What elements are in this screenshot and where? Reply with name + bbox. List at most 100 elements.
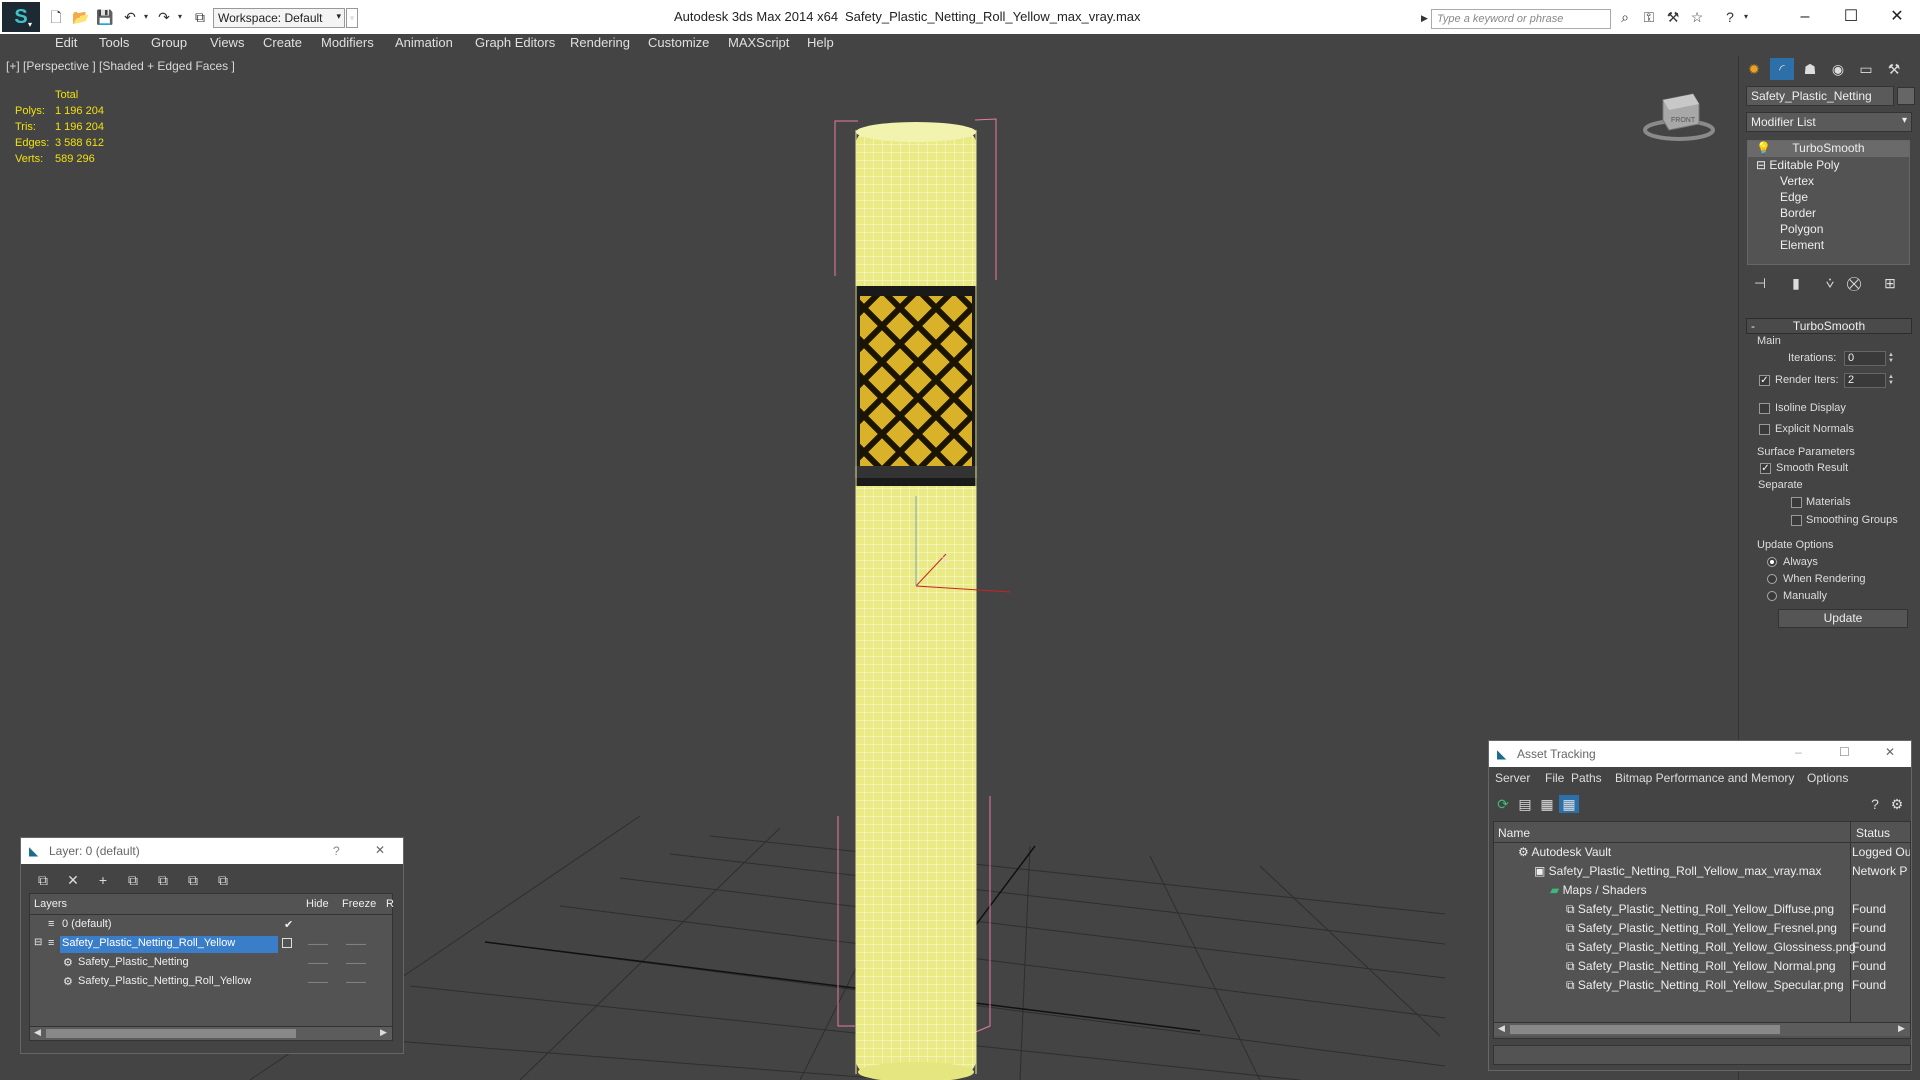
modifier-list-dropdown[interactable]: Modifier List ▾ bbox=[1746, 112, 1912, 132]
hide-toggle[interactable]: —— bbox=[308, 977, 328, 988]
manually-radio[interactable] bbox=[1767, 591, 1777, 601]
layer-row[interactable]: ⚙ Safety_Plastic_Netting —— —— bbox=[30, 955, 392, 974]
scroll-right-icon[interactable]: ▶ bbox=[1898, 1023, 1905, 1034]
stack-item-element[interactable]: Element bbox=[1780, 238, 1824, 252]
redo-icon[interactable]: ↷ bbox=[156, 9, 172, 25]
stack-item-edge[interactable]: Edge bbox=[1780, 190, 1808, 204]
favorites-star-icon[interactable]: ☆ bbox=[1689, 9, 1705, 25]
save-icon[interactable]: 💾 bbox=[96, 9, 113, 25]
netting-roll-model[interactable] bbox=[855, 122, 977, 1080]
asset-tracking-titlebar[interactable]: ◣ Asset Tracking – ☐ ✕ bbox=[1489, 741, 1911, 767]
asset-row[interactable]: ⧉ Safety_Plastic_Netting_Roll_Yellow_Dif… bbox=[1566, 902, 1834, 921]
configure-modifier-sets-icon[interactable]: ⊞ bbox=[1878, 272, 1902, 294]
menu-modifiers[interactable]: Modifiers bbox=[321, 35, 374, 50]
active-layer-check-icon[interactable]: ✔ bbox=[284, 918, 293, 931]
freeze-toggle[interactable]: —— bbox=[346, 958, 366, 969]
iterations-spinner[interactable]: 0 bbox=[1844, 351, 1886, 366]
add-layer-icon[interactable]: + bbox=[93, 871, 113, 889]
column-name[interactable]: Name bbox=[1498, 826, 1530, 840]
help-button[interactable]: ? bbox=[333, 844, 340, 858]
utilities-tab-icon[interactable]: ⚒ bbox=[1882, 58, 1906, 80]
column-layers[interactable]: Layers bbox=[34, 898, 67, 910]
spinner-arrows-icon[interactable]: ▲ ▼ bbox=[1888, 352, 1894, 364]
show-end-result-icon[interactable]: ▮ bbox=[1784, 272, 1808, 294]
hide-toggle[interactable]: —— bbox=[308, 939, 328, 950]
options-icon[interactable]: ⚙ bbox=[1887, 795, 1907, 813]
make-unique-icon[interactable]: ⩒ bbox=[1818, 272, 1842, 294]
layer-dialog-titlebar[interactable]: ◣ Layer: 0 (default) ? ✕ bbox=[21, 838, 403, 864]
menu-maxscript[interactable]: MAXScript bbox=[728, 35, 789, 50]
menu-tools[interactable]: Tools bbox=[99, 35, 129, 50]
collapse-icon[interactable]: ⊟ bbox=[1756, 158, 1766, 172]
stack-item-border[interactable]: Border bbox=[1780, 206, 1816, 220]
column-freeze[interactable]: Freeze bbox=[342, 898, 376, 910]
asset-path-field[interactable] bbox=[1493, 1045, 1911, 1065]
scroll-thumb[interactable] bbox=[46, 1029, 296, 1038]
update-button[interactable]: Update bbox=[1778, 609, 1908, 628]
always-radio[interactable] bbox=[1767, 557, 1777, 567]
stack-item-editable-poly[interactable]: ⊟ Editable Poly bbox=[1756, 158, 1839, 172]
menu-help[interactable]: Help bbox=[807, 35, 834, 50]
when-rendering-radio[interactable] bbox=[1767, 574, 1777, 584]
subscription-icon[interactable]: ⚿ bbox=[1641, 9, 1657, 25]
communication-center-icon[interactable]: ⚒ bbox=[1665, 9, 1681, 25]
menu-views[interactable]: Views bbox=[210, 35, 244, 50]
scroll-thumb[interactable] bbox=[1510, 1025, 1780, 1034]
scroll-right-icon[interactable]: ▶ bbox=[380, 1027, 387, 1038]
help-icon[interactable]: ? bbox=[1722, 9, 1738, 25]
help-icon[interactable]: ? bbox=[1865, 795, 1885, 813]
menu-animation[interactable]: Animation bbox=[395, 35, 453, 50]
menu-customize[interactable]: Customize bbox=[648, 35, 709, 50]
menu-paths[interactable]: Paths bbox=[1571, 771, 1602, 785]
close-button[interactable]: ✕ bbox=[1874, 5, 1920, 29]
menu-bitmap-performance[interactable]: Bitmap Performance and Memory bbox=[1615, 771, 1794, 785]
viewcube[interactable]: FRONT bbox=[1643, 90, 1715, 142]
modify-tab-icon[interactable]: ◜ bbox=[1770, 58, 1794, 80]
close-button[interactable]: ✕ bbox=[1885, 745, 1895, 759]
add-selection-icon[interactable]: ⧉ bbox=[123, 871, 143, 889]
freeze-toggle[interactable]: —— bbox=[346, 939, 366, 950]
lightbulb-icon[interactable]: 💡 bbox=[1756, 141, 1771, 155]
project-folder-icon[interactable]: ⧉ bbox=[192, 9, 208, 25]
asset-row[interactable]: ▣ Safety_Plastic_Netting_Roll_Yellow_max… bbox=[1534, 864, 1821, 883]
delete-layer-icon[interactable]: ✕ bbox=[63, 871, 83, 889]
explicit-normals-checkbox[interactable] bbox=[1759, 424, 1770, 435]
maximize-button[interactable]: ☐ bbox=[1839, 745, 1850, 759]
horizontal-scrollbar[interactable]: ◀ ▶ bbox=[1494, 1022, 1910, 1036]
help-dropdown-icon[interactable]: ▾ bbox=[1738, 9, 1754, 25]
undo-icon[interactable]: ↶ bbox=[122, 9, 138, 25]
smooth-result-checkbox[interactable]: ✓ bbox=[1760, 463, 1771, 474]
display-tab-icon[interactable]: ▭ bbox=[1854, 58, 1878, 80]
layer-row[interactable]: ⚙ Safety_Plastic_Netting_Roll_Yellow —— … bbox=[30, 974, 392, 993]
stack-item-turbosmooth[interactable]: 💡 TurboSmooth bbox=[1748, 141, 1909, 157]
menu-rendering[interactable]: Rendering bbox=[570, 35, 630, 50]
layer-row[interactable]: ⊟ ≡ Safety_Plastic_Netting_Roll_Yellow —… bbox=[30, 936, 392, 955]
binoculars-icon[interactable]: ⌕ bbox=[1617, 9, 1633, 25]
asset-row[interactable]: ⧉ Safety_Plastic_Netting_Roll_Yellow_Glo… bbox=[1566, 940, 1856, 959]
app-menu-arrow-icon[interactable]: ▾ bbox=[28, 20, 32, 29]
column-status[interactable]: Status bbox=[1856, 826, 1890, 840]
remove-modifier-icon[interactable]: ⛒ bbox=[1842, 272, 1866, 294]
app-logo-button[interactable]: S bbox=[2, 2, 40, 32]
quick-access-dropdown[interactable]: ▾ bbox=[346, 8, 358, 28]
menu-edit[interactable]: Edit bbox=[55, 35, 77, 50]
workspace-selector[interactable]: Workspace: Default ▾ bbox=[213, 8, 345, 28]
minimize-button[interactable]: – bbox=[1782, 5, 1828, 29]
stack-item-polygon[interactable]: Polygon bbox=[1780, 222, 1823, 236]
asset-row[interactable]: ⧉ Safety_Plastic_Netting_Roll_Yellow_Spe… bbox=[1566, 978, 1844, 997]
hide-toggle[interactable]: —— bbox=[308, 958, 328, 969]
turbosmooth-rollout-header[interactable]: - TurboSmooth bbox=[1746, 318, 1912, 334]
refresh-icon[interactable]: ⟳ bbox=[1493, 795, 1513, 813]
active-layer-box[interactable] bbox=[282, 938, 292, 948]
close-button[interactable]: ✕ bbox=[375, 843, 385, 857]
search-expand-icon[interactable]: ▶ bbox=[1421, 13, 1428, 24]
render-iters-spinner[interactable]: 2 bbox=[1844, 373, 1886, 388]
search-input[interactable]: Type a keyword or phrase bbox=[1431, 9, 1611, 29]
column-hide[interactable]: Hide bbox=[306, 898, 329, 910]
hierarchy-tab-icon[interactable]: ☗ bbox=[1798, 58, 1822, 80]
object-name-field[interactable]: Safety_Plastic_Netting bbox=[1746, 86, 1894, 106]
layer-row[interactable]: ≡ 0 (default) ✔ bbox=[30, 917, 392, 936]
horizontal-scrollbar[interactable]: ◀ ▶ bbox=[30, 1026, 392, 1040]
hide-unhide-icon[interactable]: ⧉ bbox=[213, 871, 233, 889]
menu-server[interactable]: Server bbox=[1495, 771, 1530, 785]
